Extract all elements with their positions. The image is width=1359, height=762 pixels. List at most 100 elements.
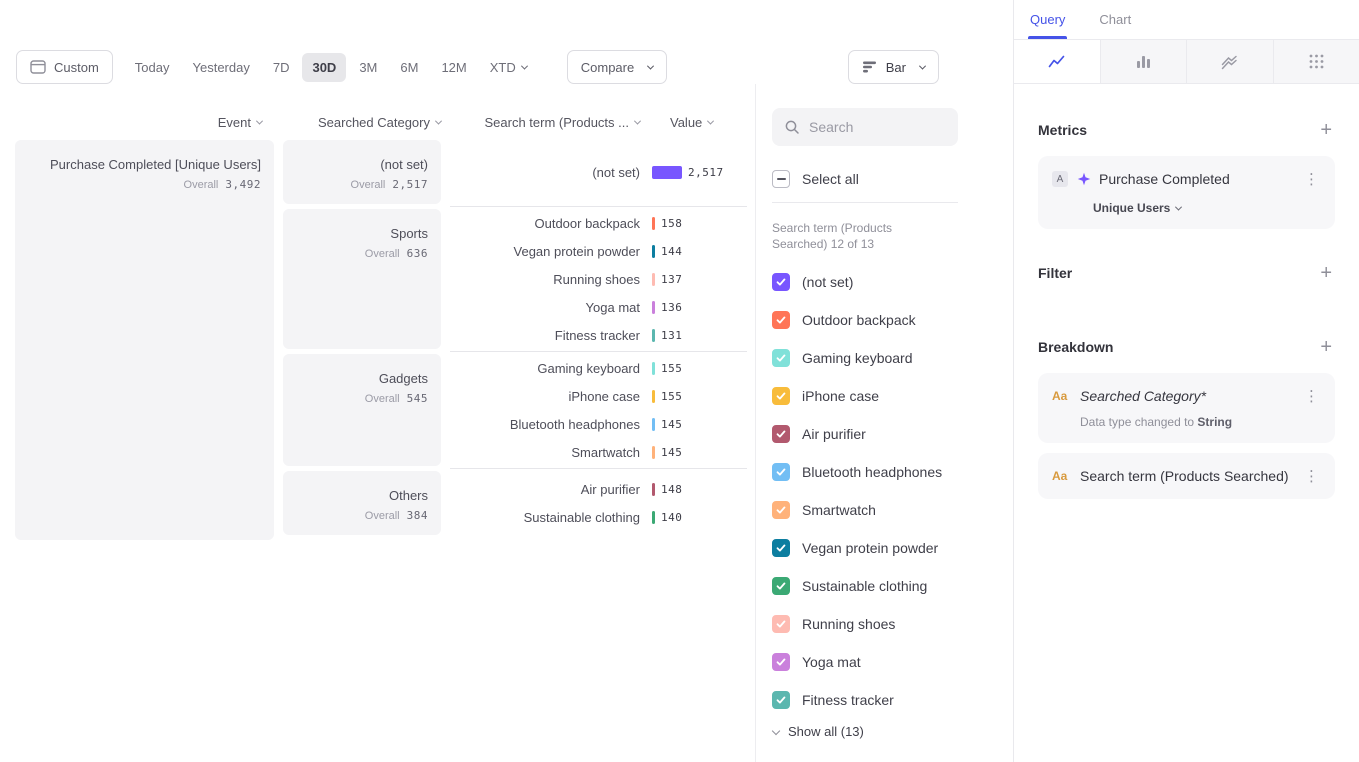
series-checkbox[interactable] xyxy=(772,349,790,367)
category-cell[interactable]: Others Overall384 xyxy=(283,471,441,535)
value-bar[interactable] xyxy=(652,511,655,524)
date-range-3m[interactable]: 3M xyxy=(349,53,387,82)
series-checkbox[interactable] xyxy=(772,577,790,595)
breakdown-card-searched-category[interactable]: Aa Searched Category* ⋮ Data type change… xyxy=(1038,373,1335,443)
column-header-search-term[interactable]: Search term (Products ... xyxy=(450,115,652,130)
series-search[interactable] xyxy=(772,108,958,146)
series-checkbox[interactable] xyxy=(772,653,790,671)
show-all-button[interactable]: Show all (13) xyxy=(772,724,997,739)
custom-date-button[interactable]: Custom xyxy=(16,50,113,84)
select-all-row[interactable]: Select all xyxy=(772,170,997,188)
metric-card[interactable]: A Purchase Completed ⋮ Unique Users xyxy=(1038,156,1335,229)
category-overall: Overall384 xyxy=(296,509,428,522)
term-value: 144 xyxy=(661,245,682,258)
value-bar[interactable] xyxy=(652,245,655,258)
term-label: Bluetooth headphones xyxy=(450,417,652,432)
metric-menu-button[interactable]: ⋮ xyxy=(1302,170,1321,188)
series-checkbox[interactable] xyxy=(772,691,790,709)
term-filter-item[interactable]: Vegan protein powder xyxy=(772,529,997,567)
date-range-today[interactable]: Today xyxy=(125,53,180,82)
category-cell[interactable]: Sports Overall636 xyxy=(283,209,441,349)
checkbox-label: iPhone case xyxy=(802,388,879,404)
value-bar[interactable] xyxy=(652,483,655,496)
value-bar[interactable] xyxy=(652,446,655,459)
series-checkbox[interactable] xyxy=(772,273,790,291)
report-type-retention-tab[interactable] xyxy=(1274,40,1359,83)
value-bar[interactable] xyxy=(652,166,682,179)
term-filter-item[interactable]: Running shoes xyxy=(772,605,997,643)
value-bar[interactable] xyxy=(652,217,655,230)
category-cell[interactable]: Gadgets Overall545 xyxy=(283,354,441,466)
term-label: Gaming keyboard xyxy=(450,361,652,376)
report-type-insights-tab[interactable] xyxy=(1014,40,1101,83)
date-range-7d[interactable]: 7D xyxy=(263,53,300,82)
term-row[interactable]: Fitness tracker 131 xyxy=(450,321,747,349)
series-checkbox[interactable] xyxy=(772,615,790,633)
term-row[interactable]: Vegan protein powder 144 xyxy=(450,237,747,265)
chart-type-button[interactable]: Bar xyxy=(848,50,939,84)
term-filter-item[interactable]: Bluetooth headphones xyxy=(772,453,997,491)
series-checkbox[interactable] xyxy=(772,311,790,329)
term-row[interactable]: Air purifier 148 xyxy=(450,475,747,503)
term-row[interactable]: Gaming keyboard 155 xyxy=(450,354,747,382)
term-label: Air purifier xyxy=(450,482,652,497)
tab-chart[interactable]: Chart xyxy=(1097,0,1133,39)
checkbox-label: Sustainable clothing xyxy=(802,578,927,594)
add-breakdown-button[interactable]: + xyxy=(1317,337,1335,357)
series-checkbox[interactable] xyxy=(772,463,790,481)
term-filter-item[interactable]: Air purifier xyxy=(772,415,997,453)
add-metric-button[interactable]: + xyxy=(1317,120,1335,140)
date-range-12m[interactable]: 12M xyxy=(431,53,476,82)
term-row[interactable]: Smartwatch 145 xyxy=(450,438,747,466)
category-cell[interactable]: (not set) Overall2,517 xyxy=(283,140,441,204)
term-filter-item[interactable]: Outdoor backpack xyxy=(772,301,997,339)
term-filter-item[interactable]: iPhone case xyxy=(772,377,997,415)
term-row[interactable]: (not set) 2,517 xyxy=(450,158,747,186)
term-filter-item[interactable]: Smartwatch xyxy=(772,491,997,529)
value-bar[interactable] xyxy=(652,273,655,286)
term-row[interactable]: iPhone case 155 xyxy=(450,382,747,410)
value-bar[interactable] xyxy=(652,362,655,375)
breakdown-menu-button[interactable]: ⋮ xyxy=(1302,387,1321,405)
compare-button[interactable]: Compare xyxy=(567,50,667,84)
term-filter-item[interactable]: Yoga mat xyxy=(772,643,997,681)
term-row[interactable]: Bluetooth headphones 145 xyxy=(450,410,747,438)
term-row[interactable]: Outdoor backpack 158 xyxy=(450,209,747,237)
term-filter-item[interactable]: Gaming keyboard xyxy=(772,339,997,377)
select-all-checkbox[interactable] xyxy=(772,170,790,188)
date-range-6m[interactable]: 6M xyxy=(390,53,428,82)
term-row[interactable]: Yoga mat 136 xyxy=(450,293,747,321)
column-header-searched-category[interactable]: Searched Category xyxy=(283,115,441,130)
date-range-yesterday[interactable]: Yesterday xyxy=(183,53,260,82)
report-type-flows-tab[interactable] xyxy=(1187,40,1274,83)
search-input[interactable] xyxy=(809,119,946,135)
value-bar[interactable] xyxy=(652,329,655,342)
date-range-xtd[interactable]: XTD xyxy=(480,53,537,82)
string-property-icon: Aa xyxy=(1052,389,1070,403)
series-checkbox[interactable] xyxy=(772,501,790,519)
value-bar[interactable] xyxy=(652,301,655,314)
term-filter-item[interactable]: (not set) xyxy=(772,263,997,301)
checkbox-label: Fitness tracker xyxy=(802,692,894,708)
measure-selector[interactable]: Unique Users xyxy=(1052,201,1321,215)
divider xyxy=(772,202,958,203)
breakdown-card-search-term[interactable]: Aa Search term (Products Searched) ⋮ xyxy=(1038,453,1335,499)
date-range-30d[interactable]: 30D xyxy=(302,53,346,82)
series-checkbox[interactable] xyxy=(772,387,790,405)
category-group: Sports Overall636 Outdoor backpack 158 V… xyxy=(283,209,747,349)
series-checkbox[interactable] xyxy=(772,425,790,443)
term-row[interactable]: Running shoes 137 xyxy=(450,265,747,293)
report-type-funnels-tab[interactable] xyxy=(1101,40,1188,83)
event-cell[interactable]: Purchase Completed [Unique Users] Overal… xyxy=(15,140,274,540)
term-row[interactable]: Sustainable clothing 140 xyxy=(450,503,747,531)
value-bar[interactable] xyxy=(652,390,655,403)
value-bar[interactable] xyxy=(652,418,655,431)
column-header-event[interactable]: Event xyxy=(15,115,274,130)
column-header-value[interactable]: Value xyxy=(652,115,747,130)
breakdown-menu-button[interactable]: ⋮ xyxy=(1302,467,1321,485)
term-filter-item[interactable]: Sustainable clothing xyxy=(772,567,997,605)
add-filter-button[interactable]: + xyxy=(1317,263,1335,283)
tab-query[interactable]: Query xyxy=(1028,0,1067,39)
term-filter-item[interactable]: Fitness tracker xyxy=(772,681,997,719)
series-checkbox[interactable] xyxy=(772,539,790,557)
